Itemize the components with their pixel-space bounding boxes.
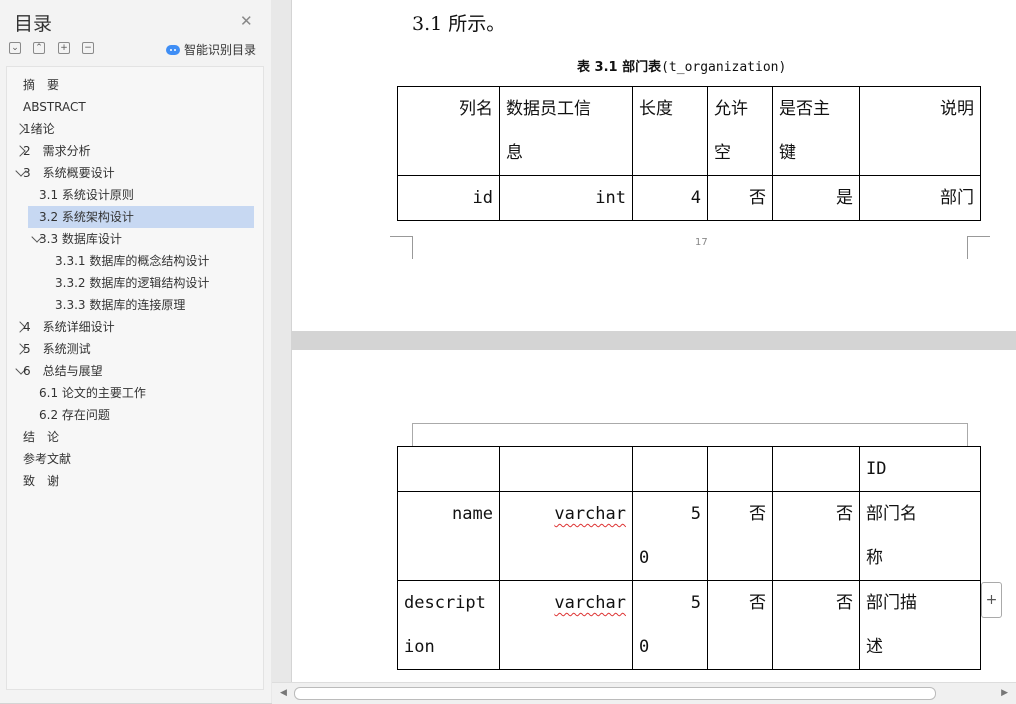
smart-toc-label: 智能识别目录 (184, 43, 257, 57)
toc-item[interactable]: 6.1 论文的主要工作 (28, 382, 254, 404)
table-cell: 否 (772, 580, 860, 670)
collapse-all-icon[interactable]: ⌃ (33, 42, 45, 54)
table-header-cell: 是否主键 (772, 86, 860, 176)
table-header-cell: 允许空 (707, 86, 773, 176)
page-number: 17 (695, 237, 708, 248)
table-cell: 部门描述 (859, 580, 981, 670)
toc-item[interactable]: ABSTRACT (23, 96, 254, 118)
crop-mark (390, 236, 413, 259)
toc-item[interactable]: 致 谢 (23, 470, 254, 492)
table-cell: 否 (707, 580, 773, 670)
table-header-cell: 数据员工信息 (499, 86, 633, 176)
table-cell: 50 (632, 491, 708, 581)
toc-item-label: 1绪论 (23, 122, 55, 136)
table-cell (499, 446, 633, 492)
toc-item[interactable]: 3.3.1 数据库的概念结构设计 (28, 250, 254, 272)
toc-item[interactable]: 5 系统测试 (14, 338, 254, 360)
toc-item[interactable]: 3.3.2 数据库的逻辑结构设计 (28, 272, 254, 294)
toc-item-label: 2 需求分析 (23, 144, 91, 158)
table-cell: varchar (499, 580, 633, 670)
toc-item-label: 3.1 系统设计原则 (39, 188, 134, 202)
caption-table-name: (t_organization) (661, 60, 787, 75)
table-cell: ID (859, 446, 981, 492)
scroll-right-icon[interactable]: ▶ (1001, 688, 1008, 698)
toc-item-label: 致 谢 (23, 474, 60, 488)
toc-item[interactable]: 4 系统详细设计 (14, 316, 254, 338)
table-cell (707, 446, 773, 492)
scrollbar-thumb[interactable] (294, 687, 936, 700)
toc-item-label: ABSTRACT (23, 100, 86, 114)
table-cell (772, 446, 860, 492)
add-heading-icon[interactable]: + (58, 42, 70, 54)
table-cell: 是 (772, 175, 860, 221)
toc-item[interactable]: 2 需求分析 (14, 140, 254, 162)
toc-item-label: 3.3.1 数据库的概念结构设计 (55, 254, 210, 268)
close-icon[interactable]: ✕ (240, 12, 253, 30)
expand-all-icon[interactable]: ⌄ (9, 42, 21, 54)
table-cell: 4 (632, 175, 708, 221)
document-page: ID name varchar 50 否 否 部门名称 descript ion … (292, 350, 1016, 690)
table-cell: 50 (632, 580, 708, 670)
table-cell: descript ion (397, 580, 500, 670)
document-page: 3.1 所示。 表 3.1 部门表(t_organization) 列名 数据员… (292, 0, 1016, 331)
toc-item-label: 参考文献 (23, 452, 72, 466)
toc-item[interactable]: 参考文献 (23, 448, 254, 470)
toc-item[interactable]: 结 论 (23, 426, 254, 448)
organization-table-continued: ID name varchar 50 否 否 部门名称 descript ion … (397, 446, 981, 670)
toc-item-label: 6 总结与展望 (23, 364, 103, 378)
toc-item[interactable]: 摘 要 (23, 74, 254, 96)
toc-item[interactable]: 6.2 存在问题 (28, 404, 254, 426)
body-text: 3.1 所示。 (412, 13, 506, 35)
table-cell: int (499, 175, 633, 221)
table-cell: id (397, 175, 500, 221)
toc-item[interactable]: 3.3.3 数据库的连接原理 (28, 294, 254, 316)
toc-item-label: 4 系统详细设计 (23, 320, 115, 334)
smart-toc-button[interactable]: 智能识别目录 (166, 41, 256, 58)
toc-item[interactable]: 1绪论 (14, 118, 254, 140)
table-header-cell: 说明 (859, 86, 981, 176)
toc-item[interactable]: 3.1 系统设计原则 (28, 184, 254, 206)
crop-mark (967, 236, 990, 259)
toc-item[interactable]: 3.3 数据库设计 (28, 228, 254, 250)
toc-item-label: 5 系统测试 (23, 342, 91, 356)
ai-robot-icon (166, 44, 180, 55)
toc-item-label: 3.2 系统架构设计 (39, 210, 134, 224)
toc-item-label: 结 论 (23, 430, 60, 444)
table-cell: 否 (707, 175, 773, 221)
toc-sidebar: 目录 ✕ ⌄ ⌃ + − 智能识别目录 摘 要 ABSTRACT 1绪论 2 需求分析… (0, 0, 272, 703)
toc-item-label: 3.3.2 数据库的逻辑结构设计 (55, 276, 210, 290)
table-cell (632, 446, 708, 492)
toc-item-label: 3 系统概要设计 (23, 166, 115, 180)
header-margin-guide (412, 423, 968, 446)
toc-item[interactable]: 3.2 系统架构设计 (28, 206, 254, 228)
remove-heading-icon[interactable]: − (82, 42, 94, 54)
table-cell: 否 (707, 491, 773, 581)
toc-list: 摘 要 ABSTRACT 1绪论 2 需求分析 3 系统概要设计 3.1 系统设计原则 3.… (6, 66, 264, 690)
toc-item-label: 3.3 数据库设计 (39, 232, 122, 246)
sidebar-title: 目录 (14, 13, 53, 35)
table-caption: 表 3.1 部门表(t_organization) (577, 56, 786, 75)
toc-item-label: 摘 要 (23, 78, 60, 92)
toc-item-label: 6.1 论文的主要工作 (39, 386, 146, 400)
table-cell: 部门 (859, 175, 981, 221)
table-header-cell: 长度 (632, 86, 708, 176)
table-header-cell: 列名 (397, 86, 500, 176)
table-cell: varchar (499, 491, 633, 581)
add-row-button[interactable]: + (981, 582, 1002, 618)
toc-item[interactable]: 3 系统概要设计 (15, 162, 254, 184)
table-cell: name (397, 491, 500, 581)
organization-table: 列名 数据员工信息 长度 允许空 是否主键 说明 id int 4 否 是 部门 (397, 86, 981, 221)
table-cell: 部门名称 (859, 491, 981, 581)
caption-text: 表 3.1 部门表 (577, 60, 662, 75)
sidebar-scrollbar[interactable] (271, 0, 291, 703)
table-cell (397, 446, 500, 492)
horizontal-scrollbar[interactable]: ◀ ▶ (272, 682, 1016, 704)
table-cell: 否 (772, 491, 860, 581)
toc-item-label: 3.3.3 数据库的连接原理 (55, 298, 186, 312)
toc-item[interactable]: 6 总结与展望 (15, 360, 254, 382)
scroll-left-icon[interactable]: ◀ (280, 688, 287, 698)
toc-item-label: 6.2 存在问题 (39, 408, 110, 422)
